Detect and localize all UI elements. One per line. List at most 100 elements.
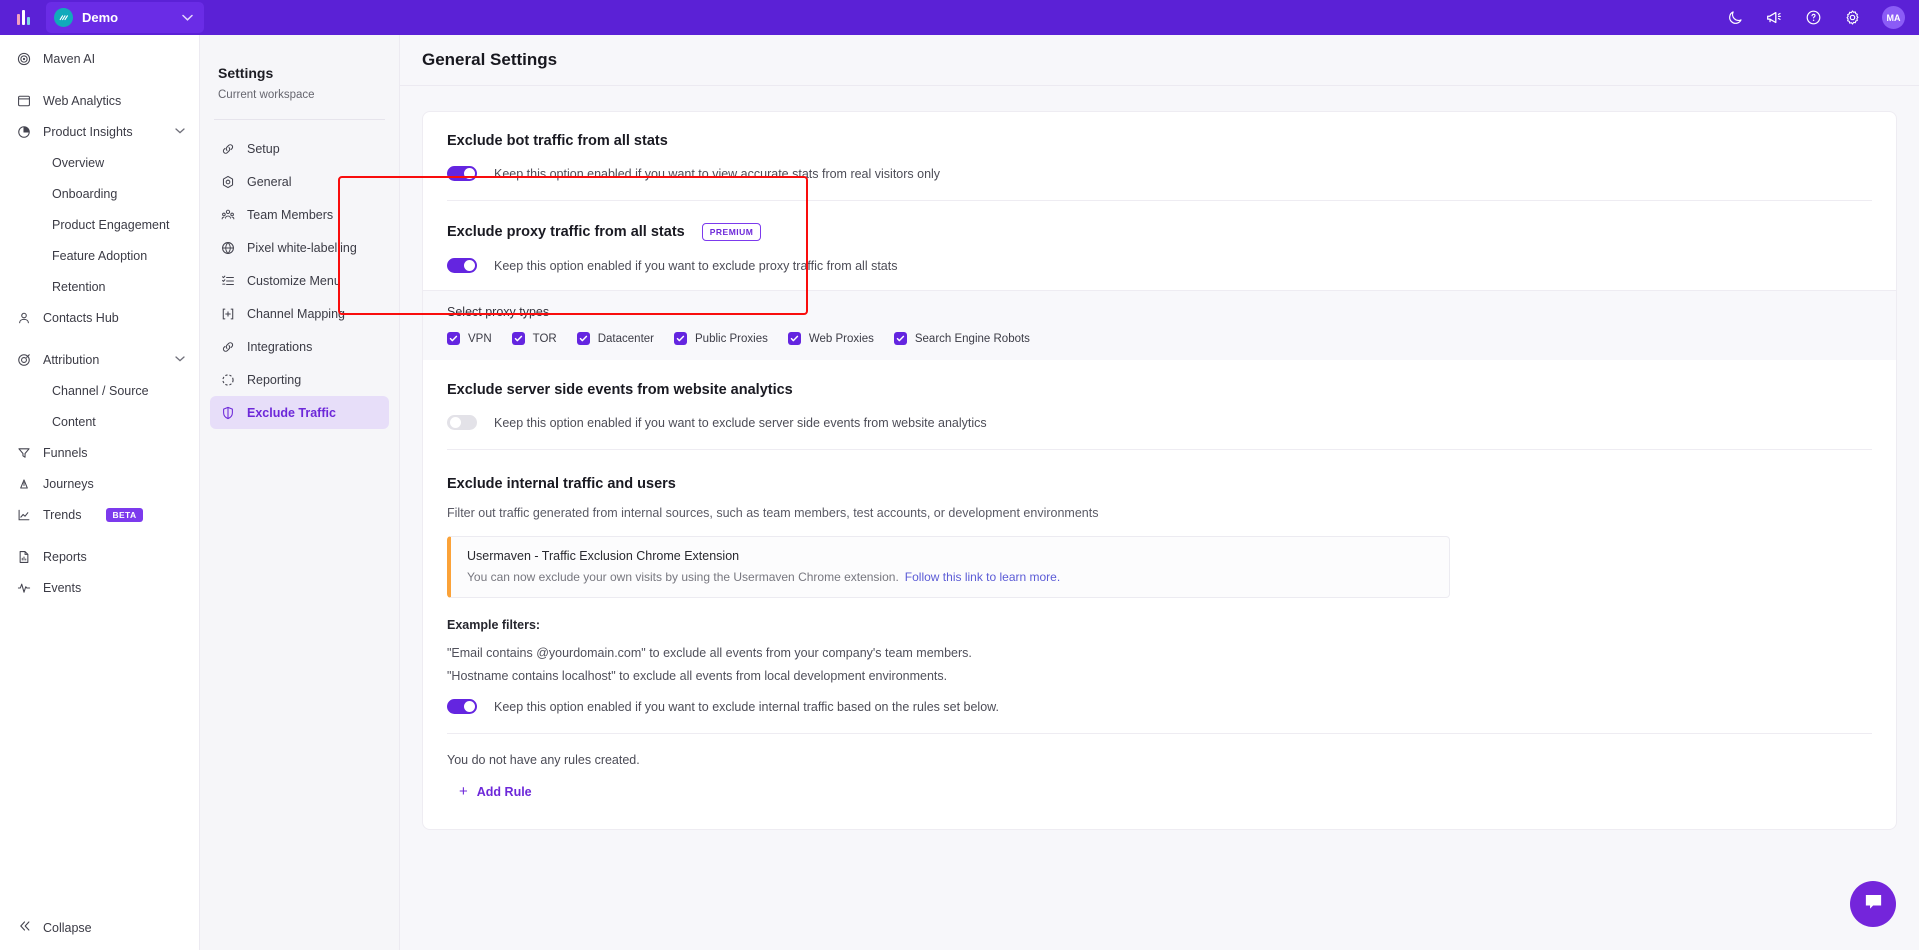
sidebar-label: Attribution <box>43 352 100 367</box>
toggle-description: Keep this option enabled if you want to … <box>494 166 941 181</box>
chevron-down-icon[interactable] <box>175 354 185 365</box>
sidebar-item-funnels[interactable]: Funnels <box>0 437 199 468</box>
sidebar-item-feature-adoption[interactable]: Feature Adoption <box>0 240 199 271</box>
settings-scroll-area: Exclude bot traffic from all stats Keep … <box>400 86 1919 950</box>
main-content: General Settings Exclude bot traffic fro… <box>400 35 1919 950</box>
exclude-server-side-events-toggle[interactable] <box>447 415 477 430</box>
settings-header: Settings Current workspace <box>200 35 399 101</box>
section-exclude-proxy-traffic: Exclude proxy traffic from all stats PRE… <box>423 209 1896 273</box>
settings-item-integrations[interactable]: Integrations <box>210 330 389 363</box>
chrome-extension-info-box: Usermaven - Traffic Exclusion Chrome Ext… <box>447 536 1450 598</box>
checkbox-checked-icon[interactable] <box>674 332 687 345</box>
sidebar-item-maven-ai[interactable]: Maven AI <box>0 43 199 74</box>
app-logo[interactable] <box>0 10 46 25</box>
sidebar-label: Onboarding <box>52 186 118 201</box>
checkbox-checked-icon[interactable] <box>576 332 590 345</box>
toggle-description: Keep this option enabled if you want to … <box>494 699 999 714</box>
checkbox-checked-icon[interactable] <box>447 332 460 345</box>
proxy-type-label: Public Proxies <box>695 332 768 345</box>
sidebar-label: Contacts Hub <box>43 310 119 325</box>
settings-item-customize-menu[interactable]: Customize Menu <box>210 264 389 297</box>
chevron-down-icon[interactable] <box>175 126 185 137</box>
settings-item-channel-mapping[interactable]: Channel Mapping <box>210 297 389 330</box>
sidebar-item-contacts-hub[interactable]: Contacts Hub <box>0 302 199 333</box>
settings-item-exclude-traffic[interactable]: Exclude Traffic <box>210 396 389 429</box>
sidebar-item-onboarding[interactable]: Onboarding <box>0 178 199 209</box>
proxy-type-tor[interactable]: TOR <box>511 332 557 345</box>
proxy-type-web-proxies[interactable]: Web Proxies <box>787 332 874 345</box>
sidebar-item-attribution[interactable]: Attribution <box>0 344 199 375</box>
contacts-hub-icon <box>16 310 31 325</box>
checkbox-checked-icon[interactable] <box>511 332 525 345</box>
help-question-icon[interactable] <box>1804 9 1822 27</box>
settings-item-label: Customize Menu <box>247 273 341 288</box>
exclude-proxy-traffic-toggle[interactable] <box>447 258 477 273</box>
dark-mode-moon-icon[interactable] <box>1726 9 1744 27</box>
sidebar-item-content[interactable]: Content <box>0 406 199 437</box>
divider <box>447 200 1872 201</box>
maven-ai-icon <box>16 51 31 66</box>
settings-item-label: General <box>247 174 292 189</box>
example-filter-line: "Hostname contains localhost" to exclude… <box>447 669 948 683</box>
sidebar-item-product-engagement[interactable]: Product Engagement <box>0 209 199 240</box>
sidebar-item-journeys[interactable]: Journeys <box>0 468 199 499</box>
settings-item-label: Exclude Traffic <box>247 405 336 420</box>
proxy-type-datacenter[interactable]: Datacenter <box>576 332 654 345</box>
settings-item-reporting[interactable]: Reporting <box>210 363 389 396</box>
sidebar-label: Content <box>52 414 96 429</box>
exclude-internal-traffic-toggle[interactable] <box>447 699 477 714</box>
sidebar-item-product-insights[interactable]: Product Insights <box>0 116 199 147</box>
settings-card: Exclude bot traffic from all stats Keep … <box>422 111 1897 830</box>
sidebar-label: Maven AI <box>43 51 96 66</box>
proxy-type-label: TOR <box>532 332 557 345</box>
sidebar-item-reports[interactable]: Reports <box>0 541 199 572</box>
user-avatar[interactable]: MA <box>1882 6 1905 29</box>
learn-more-link[interactable]: Follow this link to learn more. <box>905 570 1060 584</box>
sidebar-label: Overview <box>52 155 105 170</box>
announcements-megaphone-icon[interactable] <box>1765 9 1783 27</box>
server-side-toggle-row: Keep this option enabled if you want to … <box>447 415 1872 430</box>
divider <box>447 733 1872 734</box>
checkbox-checked-icon[interactable] <box>893 332 907 345</box>
sidebar-item-retention[interactable]: Retention <box>0 271 199 302</box>
customize-menu-icon <box>220 273 235 288</box>
collapse-sidebar-button[interactable]: Collapse <box>0 919 199 936</box>
sidebar-item-web-analytics[interactable]: Web Analytics <box>0 85 199 116</box>
sidebar-item-events[interactable]: Events <box>0 572 199 603</box>
proxy-types-list: VPN TOR Datacenter Public Proxies Web Pr… <box>447 332 1872 345</box>
chat-widget-button[interactable] <box>1850 881 1896 927</box>
sidebar-label: Trends <box>43 507 82 522</box>
proxy-type-public-proxies[interactable]: Public Proxies <box>674 332 768 345</box>
sidebar-item-trends[interactable]: Trends BETA <box>0 499 199 530</box>
proxy-type-vpn[interactable]: VPN <box>447 332 492 345</box>
settings-item-team-members[interactable]: Team Members <box>210 198 389 231</box>
proxy-type-search-engine-robots[interactable]: Search Engine Robots <box>893 332 1030 345</box>
info-box-text-row: You can now exclude your own visits by u… <box>467 570 1433 584</box>
settings-gear-icon[interactable] <box>1843 9 1861 27</box>
settings-item-label: Setup <box>247 141 280 156</box>
sidebar-label: Events <box>43 580 82 595</box>
exclude-bot-traffic-toggle[interactable] <box>447 166 477 181</box>
proxy-toggle-row: Keep this option enabled if you want to … <box>447 258 1872 273</box>
sidebar-label: Funnels <box>43 445 88 460</box>
trends-icon <box>16 507 31 522</box>
section-title: Exclude internal traffic and users <box>447 476 676 492</box>
section-title-row: Exclude proxy traffic from all stats PRE… <box>447 223 1872 241</box>
journeys-icon <box>16 476 31 491</box>
settings-item-setup[interactable]: Setup <box>210 132 389 165</box>
section-exclude-server-side-events: Exclude server side events from website … <box>423 360 1896 458</box>
page-title: General Settings <box>422 50 558 69</box>
workspace-avatar <box>54 8 73 27</box>
settings-item-pixel-white-labelling[interactable]: Pixel white-labelling <box>210 231 389 264</box>
proxy-types-label: Select proxy types <box>447 305 550 319</box>
settings-item-general[interactable]: General <box>210 165 389 198</box>
bar-chart-logo-icon <box>16 10 30 25</box>
add-rule-button[interactable]: + Add Rule <box>459 784 532 799</box>
workspace-selector[interactable]: Demo <box>46 2 204 33</box>
chevron-down-icon <box>182 12 193 24</box>
sidebar-item-overview[interactable]: Overview <box>0 147 199 178</box>
sidebar-item-channel-source[interactable]: Channel / Source <box>0 375 199 406</box>
section-title: Exclude server side events from website … <box>447 382 793 398</box>
top-bar-actions: MA <box>1726 0 1905 35</box>
checkbox-checked-icon[interactable] <box>787 332 801 345</box>
